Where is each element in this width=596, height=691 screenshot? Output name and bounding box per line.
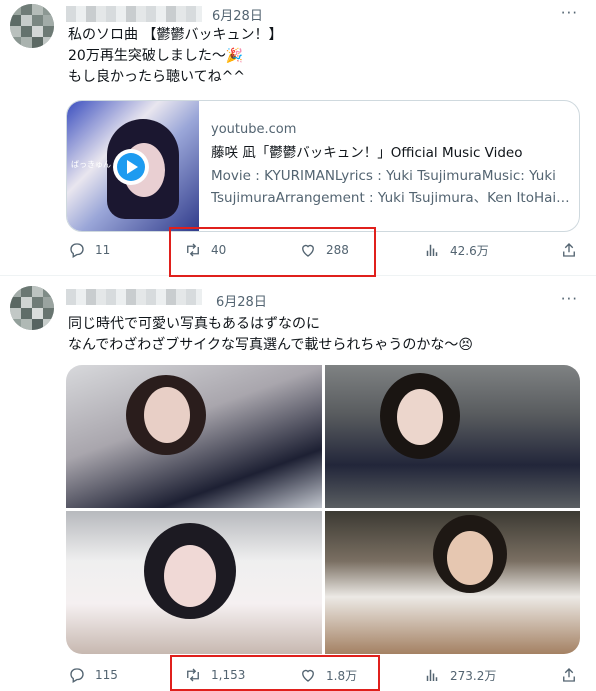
tweet-text-line: もし良かったら聴いてね^^ <box>68 69 246 85</box>
views-button[interactable]: 42.6万 <box>423 241 489 259</box>
reply-button[interactable]: 115 <box>68 666 118 684</box>
highlight-box <box>169 227 376 277</box>
photo[interactable] <box>325 365 580 508</box>
play-icon[interactable] <box>113 149 149 185</box>
photo-grid <box>66 365 580 654</box>
more-options-icon[interactable]: ··· <box>561 4 578 22</box>
views-button[interactable]: 273.2万 <box>423 666 496 684</box>
thumbnail-caption: ばっきゅん <box>71 160 111 169</box>
reply-icon <box>70 668 84 683</box>
avatar[interactable] <box>10 286 54 330</box>
tweet[interactable]: 6月28日 ··· 私のソロ曲 【鬱鬱バッキュン！】 20万再生突破しました〜🎉… <box>0 0 596 277</box>
tweet[interactable]: 6月28日 ··· 同じ時代で可愛い写真もあるはずなのに なんでわざわざブサイク… <box>0 276 596 691</box>
reply-count: 11 <box>95 243 111 257</box>
avatar[interactable] <box>10 4 54 48</box>
display-name-redacted[interactable] <box>66 289 202 305</box>
video-thumbnail[interactable]: ばっきゅん <box>67 101 199 231</box>
photo[interactable] <box>325 511 580 654</box>
share-icon <box>563 668 575 682</box>
views-count: 42.6万 <box>450 243 489 258</box>
tweet-text-line: なんでわざわざブサイクな写真選んで載せられちゃうのかな〜😣 <box>68 337 473 353</box>
link-card[interactable]: ばっきゅん youtube.com 藤咲 凪「鬱鬱バッキュン！」Official… <box>66 100 580 232</box>
photo[interactable] <box>66 365 322 508</box>
views-icon <box>426 669 438 681</box>
share-button[interactable] <box>560 241 587 259</box>
tweet-date[interactable]: 6月28日 <box>212 5 263 24</box>
views-count: 273.2万 <box>450 668 497 683</box>
share-icon <box>563 243 575 257</box>
tweet-text-line: 20万再生突破しました〜🎉 <box>68 48 244 64</box>
more-options-icon[interactable]: ··· <box>561 290 578 308</box>
share-button[interactable] <box>560 666 587 684</box>
card-domain: youtube.com <box>211 122 297 137</box>
card-description: Movie : KYURIMANLyrics : Yuki TsujimuraM… <box>211 168 556 184</box>
card-description: TsujimuraArrangement : Yuki Tsujimura、Ke… <box>211 190 571 206</box>
tweet-date[interactable]: 6月28日 <box>216 291 267 310</box>
reply-button[interactable]: 11 <box>68 241 110 259</box>
card-title: 藤咲 凪「鬱鬱バッキュン！」Official Music Video <box>211 145 523 161</box>
highlight-box <box>170 655 380 691</box>
tweet-text-line: 私のソロ曲 【鬱鬱バッキュン！】 <box>68 27 283 43</box>
reply-count: 115 <box>95 668 118 682</box>
reply-icon <box>70 243 84 258</box>
photo[interactable] <box>66 511 322 654</box>
display-name-redacted[interactable] <box>66 6 202 22</box>
tweet-text-line: 同じ時代で可愛い写真もあるはずなのに <box>68 316 320 332</box>
views-icon <box>426 244 438 256</box>
